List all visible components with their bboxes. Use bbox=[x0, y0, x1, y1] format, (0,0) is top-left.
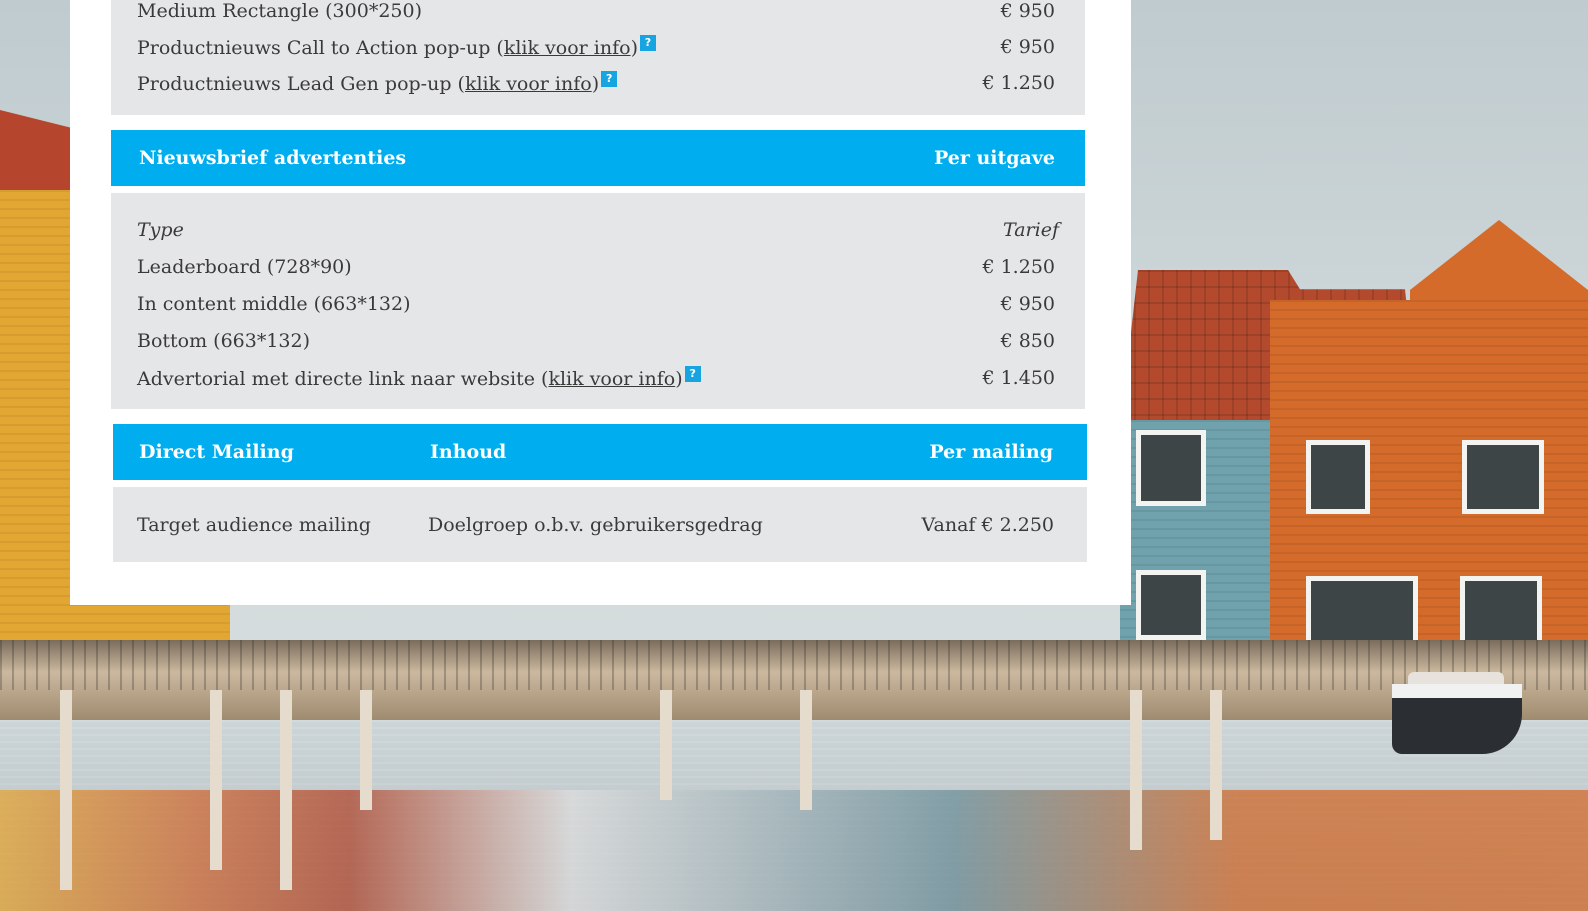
pier-post bbox=[660, 690, 672, 800]
table-row: Leaderboard (728*90) € 1.250 bbox=[137, 252, 1055, 282]
row-label: Medium Rectangle (300*250) bbox=[137, 0, 422, 22]
window bbox=[1462, 440, 1544, 514]
row-price: € 950 bbox=[1000, 0, 1055, 22]
table-header-row: Type Tarief bbox=[137, 215, 1059, 245]
pier-post bbox=[280, 690, 292, 890]
pier-post bbox=[1130, 690, 1142, 850]
row-label: Advertorial met directe link naar websit… bbox=[137, 366, 701, 390]
row-label: Bottom (663*132) bbox=[137, 330, 311, 352]
newsletter-header: Nieuwsbrief advertenties Per uitgave bbox=[111, 130, 1085, 186]
row-label: Productnieuws Call to Action pop-up (kli… bbox=[137, 35, 656, 59]
table-row: Productnieuws Call to Action pop-up (kli… bbox=[137, 32, 1055, 62]
row-label: Productnieuws Lead Gen pop-up (klik voor… bbox=[137, 71, 618, 95]
window bbox=[1306, 440, 1370, 514]
column-rate: Tarief bbox=[1003, 219, 1059, 241]
newsletter-period: Per uitgave bbox=[933, 147, 1055, 169]
row-price: € 950 bbox=[1000, 293, 1055, 315]
table-row: Productnieuws Lead Gen pop-up (klik voor… bbox=[137, 68, 1055, 98]
house-orange bbox=[1270, 300, 1588, 650]
boat bbox=[1392, 684, 1522, 754]
water-reflection bbox=[0, 790, 1588, 911]
row-label: In content middle (663*132) bbox=[137, 293, 411, 315]
pier-post bbox=[800, 690, 812, 810]
info-link[interactable]: klik voor info bbox=[504, 37, 631, 59]
row-label: Leaderboard (728*90) bbox=[137, 256, 352, 278]
table-row: Bottom (663*132) € 850 bbox=[137, 326, 1055, 356]
newsletter-title: Nieuwsbrief advertenties bbox=[139, 147, 407, 169]
table-row: Advertorial met directe link naar websit… bbox=[137, 363, 1055, 393]
direct-mailing-content-header: Inhoud bbox=[430, 441, 507, 463]
table-row: Medium Rectangle (300*250) € 950 bbox=[137, 0, 1055, 26]
window bbox=[1306, 576, 1418, 650]
pier-post bbox=[210, 690, 222, 870]
row-price: € 1.250 bbox=[982, 256, 1055, 278]
window bbox=[1136, 430, 1206, 506]
window bbox=[1136, 570, 1206, 640]
newsletter-pricing-table: Type Tarief Leaderboard (728*90) € 1.250… bbox=[111, 193, 1085, 409]
direct-mailing-title: Direct Mailing bbox=[139, 441, 294, 463]
mailing-content: Doelgroep o.b.v. gebruikersgedrag bbox=[428, 514, 763, 536]
row-price: € 1.250 bbox=[982, 72, 1055, 94]
pier-post bbox=[1210, 690, 1222, 840]
direct-mailing-header: Direct Mailing Inhoud Per mailing bbox=[113, 424, 1087, 480]
info-link[interactable]: klik voor info bbox=[465, 73, 592, 95]
railing bbox=[0, 640, 1588, 690]
question-mark-icon[interactable]: ? bbox=[640, 35, 656, 51]
direct-mailing-table: Target audience mailing Doelgroep o.b.v.… bbox=[113, 487, 1087, 562]
row-price: € 950 bbox=[1000, 36, 1055, 58]
direct-mailing-period: Per mailing bbox=[929, 441, 1053, 463]
table-row: Target audience mailing Doelgroep o.b.v.… bbox=[137, 510, 1054, 540]
mailing-name: Target audience mailing bbox=[137, 514, 371, 536]
pricing-card: Medium Rectangle (300*250) € 950 Product… bbox=[70, 0, 1131, 605]
row-price: € 850 bbox=[1000, 330, 1055, 352]
pier-post bbox=[60, 690, 72, 890]
table-row: In content middle (663*132) € 950 bbox=[137, 289, 1055, 319]
question-mark-icon[interactable]: ? bbox=[601, 71, 618, 87]
column-type: Type bbox=[137, 219, 184, 241]
question-mark-icon[interactable]: ? bbox=[684, 366, 701, 382]
pier-post bbox=[360, 690, 372, 810]
info-link[interactable]: klik voor info bbox=[548, 368, 675, 390]
house-blue bbox=[1120, 420, 1280, 650]
row-price: € 1.450 bbox=[982, 367, 1055, 389]
mailing-price: Vanaf € 2.250 bbox=[921, 514, 1054, 536]
banner-pricing-table: Medium Rectangle (300*250) € 950 Product… bbox=[111, 0, 1085, 115]
window bbox=[1460, 576, 1542, 650]
